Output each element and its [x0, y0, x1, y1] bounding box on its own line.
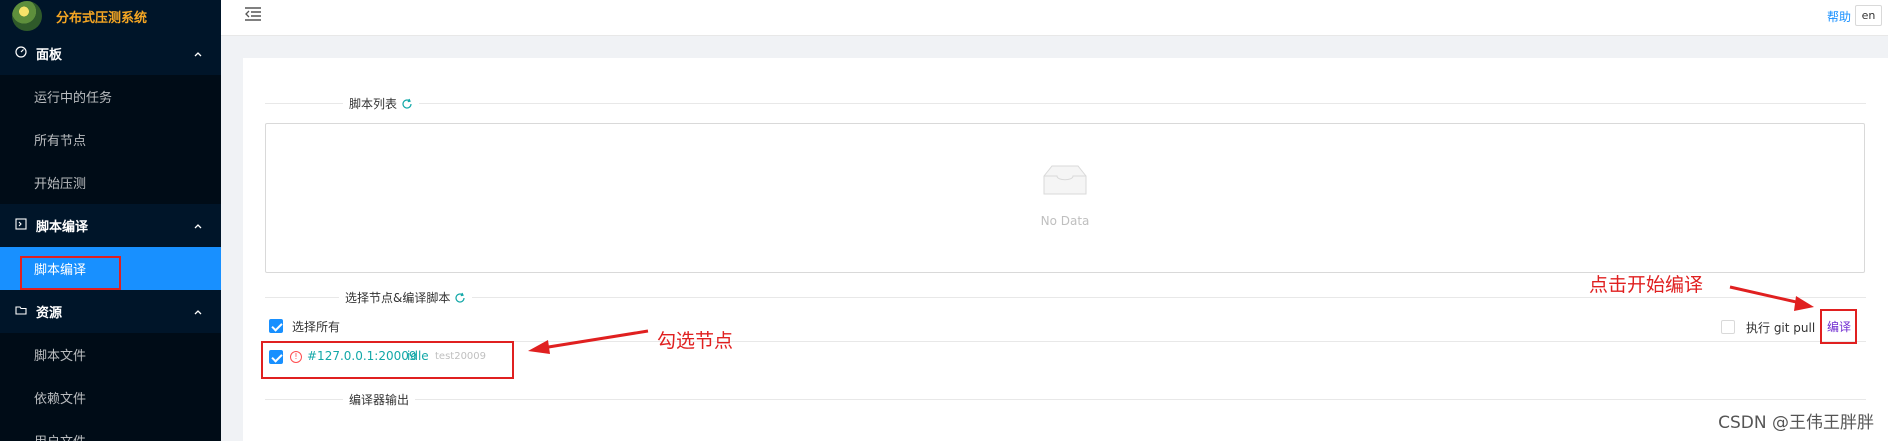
arrow-select-node — [535, 329, 649, 351]
annotation-compile-hint: 点击开始编译 — [1589, 274, 1704, 296]
annotation-arrows — [528, 285, 1814, 354]
arrow-head-select-node — [528, 340, 550, 354]
arrow-compile — [1729, 285, 1806, 306]
annotation-select-hint: 勾选节点 — [657, 330, 734, 352]
arrow-head-compile — [1794, 296, 1814, 311]
watermark: CSDN @王伟王胖胖 — [1718, 413, 1874, 433]
